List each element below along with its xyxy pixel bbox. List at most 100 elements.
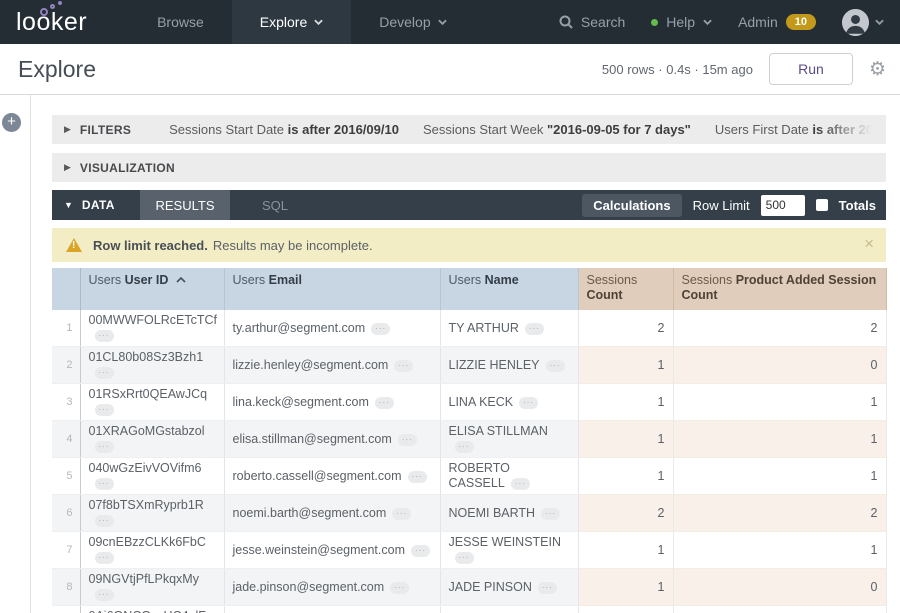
cell-email: roberto.cassell@segment.com··· bbox=[224, 458, 440, 495]
filters-bar[interactable]: ▶ FILTERS Sessions Start Date is after 2… bbox=[52, 115, 886, 144]
cell-sessions-count: 2 bbox=[578, 495, 673, 532]
column-header-user-id[interactable]: Users User ID bbox=[80, 268, 224, 310]
cell-menu-icon[interactable]: ··· bbox=[375, 397, 394, 409]
search-button[interactable]: Search bbox=[559, 14, 625, 30]
table-row: 7 09cnEBzzCLKk6FbC··· jesse.weinstein@se… bbox=[52, 532, 886, 569]
cell-product-added-session-count: 0 bbox=[673, 569, 886, 606]
filter-value: "2016-09-05 for 7 days" bbox=[547, 122, 691, 137]
totals-checkbox[interactable] bbox=[816, 199, 828, 211]
user-menu[interactable] bbox=[842, 9, 884, 36]
nav-item-develop[interactable]: Develop bbox=[351, 0, 474, 44]
cell-menu-icon[interactable]: ··· bbox=[411, 545, 430, 557]
cell-menu-icon[interactable]: ··· bbox=[538, 582, 557, 594]
looker-logo[interactable]: looker bbox=[0, 0, 101, 44]
cell-menu-icon[interactable]: ··· bbox=[455, 552, 474, 564]
cell-menu-icon[interactable]: ··· bbox=[95, 478, 114, 490]
nav-item-browse[interactable]: Browse bbox=[129, 0, 232, 44]
filter-item[interactable]: Sessions Start Week "2016-09-05 for 7 da… bbox=[423, 122, 691, 137]
cell-menu-icon[interactable]: ··· bbox=[394, 360, 413, 372]
cell-value: JADE PINSON bbox=[449, 580, 532, 594]
data-bar: ▼ DATA RESULTS SQL Calculations Row Limi… bbox=[52, 190, 886, 220]
chevron-down-icon bbox=[703, 19, 712, 25]
filter-field: Users First Date bbox=[715, 122, 813, 137]
filter-item[interactable]: Users First Date is after 2016/09/10 bbox=[715, 122, 886, 137]
filters-label: FILTERS bbox=[80, 123, 131, 137]
cell-name: JAMAL KEEFE··· bbox=[440, 606, 578, 613]
cell-user-id: 09cnEBzzCLKk6FbC··· bbox=[80, 532, 224, 569]
row-limit-warning-banner: Row limit reached. Results may be incomp… bbox=[52, 228, 886, 262]
cell-name: LIZZIE HENLEY··· bbox=[440, 347, 578, 384]
filter-item[interactable]: Sessions Start Date is after 2016/09/10 bbox=[169, 122, 399, 137]
column-field: Name bbox=[485, 273, 519, 287]
cell-menu-icon[interactable]: ··· bbox=[390, 582, 409, 594]
nav-label: Browse bbox=[157, 14, 204, 30]
column-group: Sessions bbox=[682, 273, 736, 287]
cell-menu-icon[interactable]: ··· bbox=[392, 508, 411, 520]
gear-icon[interactable]: ⚙ bbox=[869, 60, 886, 79]
totals-label[interactable]: Totals bbox=[839, 198, 876, 213]
data-label: DATA bbox=[82, 198, 115, 212]
admin-label: Admin bbox=[738, 14, 778, 30]
column-header-product-added-session-count[interactable]: Sessions Product Added Session Count bbox=[673, 268, 886, 310]
row-limit-input[interactable] bbox=[761, 195, 805, 216]
cell-value: NOEMI BARTH bbox=[449, 506, 536, 520]
cell-menu-icon[interactable]: ··· bbox=[95, 589, 114, 601]
filter-field: Sessions Start Date bbox=[169, 122, 288, 137]
calculations-button[interactable]: Calculations bbox=[582, 194, 681, 217]
row-number: 4 bbox=[52, 421, 80, 458]
table-row: 9 0Ai6GNCGszHC4qlF··· jamal.keefe@segmen… bbox=[52, 606, 886, 613]
table-row: 8 09NGVtjPfLPkqxMy··· jade.pinson@segmen… bbox=[52, 569, 886, 606]
cell-value: noemi.barth@segment.com bbox=[233, 506, 387, 520]
cell-value: ty.arthur@segment.com bbox=[233, 321, 366, 335]
cell-menu-icon[interactable]: ··· bbox=[541, 508, 560, 520]
cell-menu-icon[interactable]: ··· bbox=[95, 330, 114, 342]
cell-menu-icon[interactable]: ··· bbox=[371, 323, 390, 335]
caret-right-icon: ▶ bbox=[64, 162, 71, 173]
nav-item-explore[interactable]: Explore bbox=[232, 0, 351, 44]
caret-down-icon: ▼ bbox=[64, 200, 73, 210]
cell-value: LINA KECK bbox=[449, 395, 514, 409]
cell-menu-icon[interactable]: ··· bbox=[95, 441, 114, 453]
column-header-count[interactable]: Sessions Count bbox=[578, 268, 673, 310]
cell-menu-icon[interactable]: ··· bbox=[519, 397, 538, 409]
cell-menu-icon[interactable]: ··· bbox=[95, 515, 114, 527]
cell-menu-icon[interactable]: ··· bbox=[95, 367, 114, 379]
cell-value: 09NGVtjPfLPkqxMy bbox=[89, 572, 199, 586]
data-section-toggle[interactable]: ▼ DATA bbox=[52, 190, 140, 220]
cell-menu-icon[interactable]: ··· bbox=[408, 471, 427, 483]
cell-email: lizzie.henley@segment.com ··· bbox=[224, 347, 440, 384]
cell-menu-icon[interactable]: ··· bbox=[95, 404, 114, 416]
filter-value: is after 2016/09/10 bbox=[812, 122, 886, 137]
cell-menu-icon[interactable]: ··· bbox=[455, 441, 474, 453]
column-group: Users bbox=[233, 273, 269, 287]
cell-menu-icon[interactable]: ··· bbox=[546, 360, 565, 372]
logo-bubble-icon bbox=[40, 8, 48, 16]
cell-menu-icon[interactable]: ··· bbox=[511, 478, 530, 490]
cell-product-added-session-count: 1 bbox=[673, 532, 886, 569]
cell-menu-icon[interactable]: ··· bbox=[525, 323, 544, 335]
cell-menu-icon[interactable]: ··· bbox=[95, 552, 114, 564]
cell-email: ty.arthur@segment.com ··· bbox=[224, 310, 440, 347]
cell-email: jesse.weinstein@segment.com··· bbox=[224, 532, 440, 569]
column-header-name[interactable]: Users Name bbox=[440, 268, 578, 310]
cell-value: lizzie.henley@segment.com bbox=[233, 358, 389, 372]
admin-menu[interactable]: Admin 10 bbox=[738, 14, 816, 30]
table-row: 1 00MWWFOLRcETcTCf··· ty.arthur@segment.… bbox=[52, 310, 886, 347]
cell-value: JESSE WEINSTEIN bbox=[449, 535, 562, 549]
column-field: Count bbox=[587, 288, 623, 302]
tab-results[interactable]: RESULTS bbox=[140, 190, 230, 220]
cell-menu-icon[interactable]: ··· bbox=[398, 434, 417, 446]
add-button[interactable]: + bbox=[2, 113, 21, 132]
cell-user-id: 00MWWFOLRcETcTCf··· bbox=[80, 310, 224, 347]
column-field: User ID bbox=[125, 273, 169, 287]
tab-sql[interactable]: SQL bbox=[230, 190, 320, 220]
run-button[interactable]: Run bbox=[769, 53, 853, 85]
help-menu[interactable]: Help bbox=[651, 14, 712, 30]
close-icon[interactable]: × bbox=[864, 234, 874, 254]
cell-email: lina.keck@segment.com ··· bbox=[224, 384, 440, 421]
cell-product-added-session-count: 2 bbox=[673, 310, 886, 347]
visualization-bar[interactable]: ▶ VISUALIZATION bbox=[52, 153, 886, 182]
column-header-email[interactable]: Users Email bbox=[224, 268, 440, 310]
cell-value: lina.keck@segment.com bbox=[233, 395, 369, 409]
cell-sessions-count: 1 bbox=[578, 458, 673, 495]
